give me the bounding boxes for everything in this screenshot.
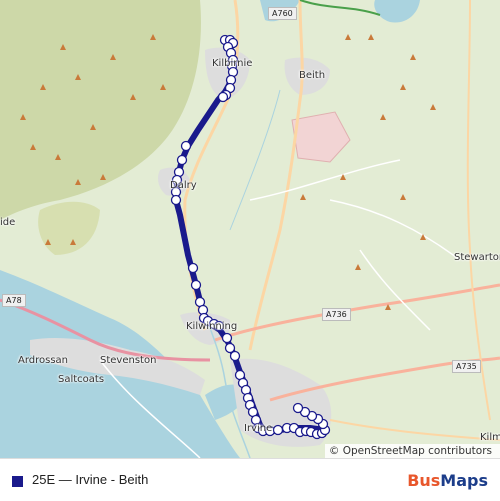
route-stops xyxy=(170,34,331,440)
road-shield-a78: A78 xyxy=(2,294,26,307)
place-label-kilwinning: Kilwinning xyxy=(186,321,238,332)
place-label-kilmaurs: Kilm xyxy=(480,432,500,443)
place-label-dalry: Dalry xyxy=(170,180,197,191)
bus-stop-marker[interactable] xyxy=(190,279,202,291)
bus-stop-marker[interactable] xyxy=(217,91,229,103)
place-label-beith: Beith xyxy=(299,70,326,81)
map-legend-footer: 25E — Irvine - Beith BusMaps xyxy=(0,458,500,501)
bus-stop-marker[interactable] xyxy=(272,424,284,436)
attribution-text: © OpenStreetMap contributors xyxy=(328,445,492,457)
place-label-kilbirnie: Kilbirnie xyxy=(212,58,253,69)
place-label-stevenston: Stevenston xyxy=(100,355,157,366)
bus-stop-marker[interactable] xyxy=(229,350,241,362)
road-shield-a736: A736 xyxy=(322,308,351,321)
bus-stop-marker[interactable] xyxy=(224,342,236,354)
place-label-side: ide xyxy=(0,217,16,228)
bus-stop-marker[interactable] xyxy=(221,332,233,344)
brand-part-maps: Maps xyxy=(440,471,488,490)
place-label-ardrossan: Ardrossan xyxy=(18,355,69,366)
bus-stop-marker[interactable] xyxy=(187,262,199,274)
bus-stop-marker[interactable] xyxy=(176,154,188,166)
brand-part-bus: Bus xyxy=(407,471,441,490)
route-line[interactable] xyxy=(173,37,328,435)
road-shield-a735: A735 xyxy=(452,360,481,373)
place-label-saltcoats: Saltcoats xyxy=(58,374,105,385)
map-attribution[interactable]: © OpenStreetMap contributors xyxy=(324,444,500,458)
bus-stop-marker[interactable] xyxy=(180,140,192,152)
place-label-stewarton: Stewarton xyxy=(454,252,500,263)
route-legend-label: 25E — Irvine - Beith xyxy=(32,472,149,487)
map-canvas[interactable]: Kilbirnie Beith Dalry Kilwinning Stevens… xyxy=(0,0,500,458)
place-label-irvine: Irvine xyxy=(244,423,273,434)
bus-stop-marker[interactable] xyxy=(170,194,182,206)
route-color-swatch xyxy=(12,476,23,487)
busmaps-logo[interactable]: BusMaps xyxy=(407,471,488,490)
road-shield-a760: A760 xyxy=(268,7,297,20)
bus-stop-marker[interactable] xyxy=(292,402,304,414)
